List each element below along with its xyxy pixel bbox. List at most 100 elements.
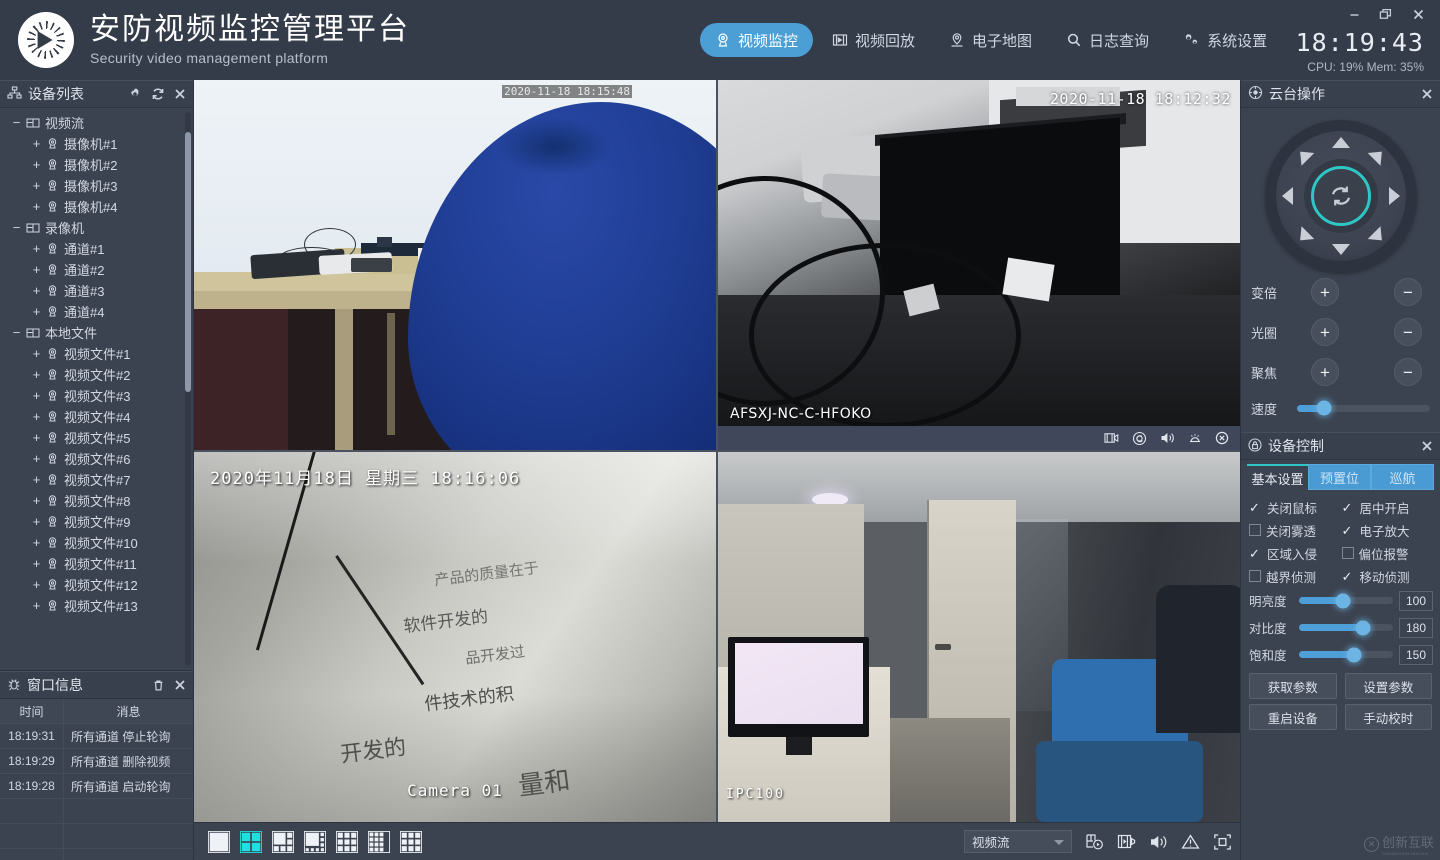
close-button[interactable] — [1410, 6, 1426, 22]
expander-icon[interactable]: + — [30, 536, 43, 549]
checkbox-7[interactable]: ✓ 移动侦测 — [1342, 565, 1435, 587]
tree-item[interactable]: + 视频文件#6 — [0, 448, 193, 469]
log-row[interactable]: 18:19:31 所有通道 停止轮询 — [0, 724, 193, 749]
expander-icon[interactable]: + — [30, 368, 43, 381]
stream-select[interactable]: 视频流 — [964, 830, 1072, 853]
tree-item[interactable]: + 通道#4 — [0, 301, 193, 322]
ptz-up-right-arrow[interactable] — [1367, 145, 1388, 166]
layout-4-button[interactable] — [240, 830, 262, 853]
log-row[interactable]: 18:19:29 所有通道 删除视频 — [0, 749, 193, 774]
ptz-left-arrow[interactable] — [1281, 187, 1293, 205]
param-value[interactable]: 180 — [1399, 617, 1433, 638]
tree-item[interactable]: + 摄像机#1 — [0, 133, 193, 154]
ptz-down-left-arrow[interactable] — [1293, 226, 1314, 247]
audio-icon[interactable] — [1160, 431, 1175, 445]
tree-item[interactable]: + 视频文件#12 — [0, 574, 193, 595]
device-tab-2[interactable]: 巡航 — [1371, 464, 1434, 490]
ptz-minus-button[interactable]: − — [1394, 278, 1422, 306]
layout-16-button[interactable] — [400, 830, 422, 853]
tree-group-2[interactable]: − 本地文件 — [0, 322, 193, 343]
device-tab-1[interactable]: 预置位 — [1308, 464, 1371, 490]
expander-icon[interactable]: + — [30, 200, 43, 213]
expander-icon[interactable]: + — [30, 515, 43, 528]
maximize-button[interactable] — [1378, 6, 1394, 22]
alarm-icon[interactable] — [1188, 431, 1202, 445]
ptz-speed-slider[interactable] — [1297, 400, 1430, 416]
param-value[interactable]: 150 — [1399, 644, 1433, 665]
close-icon[interactable] — [1421, 88, 1433, 100]
expander-icon[interactable]: + — [30, 347, 43, 360]
fullscreen-icon[interactable] — [1213, 833, 1232, 851]
expander-icon[interactable]: + — [30, 242, 43, 255]
checkbox-6[interactable]: 越界侦测 — [1249, 565, 1342, 587]
trash-icon[interactable] — [152, 679, 165, 692]
layout-1-button[interactable] — [208, 830, 230, 853]
tree-item[interactable]: + 视频文件#13 — [0, 595, 193, 616]
refresh-icon[interactable] — [151, 87, 165, 101]
tree-group-1[interactable]: − 录像机 — [0, 217, 193, 238]
checkbox-3[interactable]: ✓ 电子放大 — [1342, 519, 1435, 541]
record-icon[interactable] — [1104, 431, 1119, 445]
tree-item[interactable]: + 摄像机#2 — [0, 154, 193, 175]
gear-icon[interactable] — [128, 87, 142, 101]
ptz-up-left-arrow[interactable] — [1293, 145, 1314, 166]
layout-12-button[interactable] — [368, 830, 390, 853]
expander-icon[interactable]: + — [30, 578, 43, 591]
ptz-down-arrow[interactable] — [1331, 244, 1350, 255]
checkbox-4[interactable]: ✓ 区域入侵 — [1249, 542, 1342, 564]
tree-item[interactable]: + 视频文件#7 — [0, 469, 193, 490]
ptz-joystick[interactable] — [1264, 120, 1417, 272]
tree-item[interactable]: + 通道#3 — [0, 280, 193, 301]
expander-icon[interactable]: + — [30, 179, 43, 192]
nav-electronic-map[interactable]: 电子地图 — [934, 23, 1047, 57]
checkbox-0[interactable]: ✓ 关闭鼠标 — [1249, 496, 1342, 518]
expander-icon[interactable]: + — [30, 305, 43, 318]
tree-item[interactable]: + 视频文件#9 — [0, 511, 193, 532]
nav-video-playback[interactable]: 视频回放 — [817, 23, 930, 57]
expander-icon[interactable]: + — [30, 263, 43, 276]
tree-item[interactable]: + 通道#1 — [0, 238, 193, 259]
checkbox-2[interactable]: 关闭雾透 — [1249, 519, 1342, 541]
param-slider[interactable] — [1299, 593, 1393, 608]
action-button[interactable]: 设置参数 — [1344, 673, 1432, 699]
expander-icon[interactable]: + — [30, 599, 43, 612]
close-icon[interactable] — [174, 88, 186, 100]
tree-item[interactable]: + 视频文件#1 — [0, 343, 193, 364]
video-panel-2[interactable]: 2020-11-18 18:12:32 AFSXJ-NC-C-HFOKO — [718, 80, 1240, 450]
tree-item[interactable]: + 通道#2 — [0, 259, 193, 280]
expander-icon[interactable]: + — [30, 473, 43, 486]
snapshot-icon[interactable] — [1132, 431, 1147, 446]
tree-item[interactable]: + 视频文件#4 — [0, 406, 193, 427]
close-icon[interactable] — [1421, 440, 1433, 452]
tree-item[interactable]: + 摄像机#4 — [0, 196, 193, 217]
tree-scrollbar-thumb[interactable] — [185, 132, 191, 392]
ptz-plus-button[interactable]: + — [1311, 318, 1339, 346]
param-value[interactable]: 100 — [1399, 590, 1433, 611]
layout-9-button[interactable] — [336, 830, 358, 853]
tree-item[interactable]: + 视频文件#5 — [0, 427, 193, 448]
ptz-plus-button[interactable]: + — [1311, 278, 1339, 306]
nav-system-settings[interactable]: 系统设置 — [1168, 23, 1282, 57]
expander-icon[interactable]: + — [30, 158, 43, 171]
ptz-minus-button[interactable]: − — [1394, 318, 1422, 346]
record-all-icon[interactable] — [1085, 833, 1104, 851]
expander-icon[interactable]: + — [30, 410, 43, 423]
action-button[interactable]: 手动校时 — [1344, 704, 1432, 730]
ptz-minus-button[interactable]: − — [1394, 358, 1422, 386]
alarm-icon[interactable] — [1181, 833, 1200, 851]
expander-icon[interactable]: + — [30, 284, 43, 297]
auto-scan-icon[interactable] — [1310, 166, 1371, 226]
audio-icon[interactable] — [1149, 833, 1168, 851]
param-slider[interactable] — [1299, 620, 1393, 635]
tree-group-0[interactable]: − 视频流 — [0, 112, 193, 133]
close-icon[interactable] — [174, 679, 186, 691]
checkbox-1[interactable]: ✓ 居中开启 — [1342, 496, 1435, 518]
video-panel-3[interactable]: 产品的质量在于 软件开发的 品开发过 件技术的积 开发的 量和 2020年11月… — [194, 452, 716, 822]
tree-item[interactable]: + 视频文件#3 — [0, 385, 193, 406]
tree-item[interactable]: + 视频文件#10 — [0, 532, 193, 553]
nav-log-query[interactable]: 日志查询 — [1051, 23, 1164, 57]
checkbox-5[interactable]: 偏位报警 — [1341, 542, 1435, 564]
nav-video-monitor[interactable]: 视频监控 — [700, 23, 814, 57]
device-tab-0[interactable]: 基本设置 — [1247, 464, 1308, 490]
ptz-right-arrow[interactable] — [1388, 187, 1400, 205]
